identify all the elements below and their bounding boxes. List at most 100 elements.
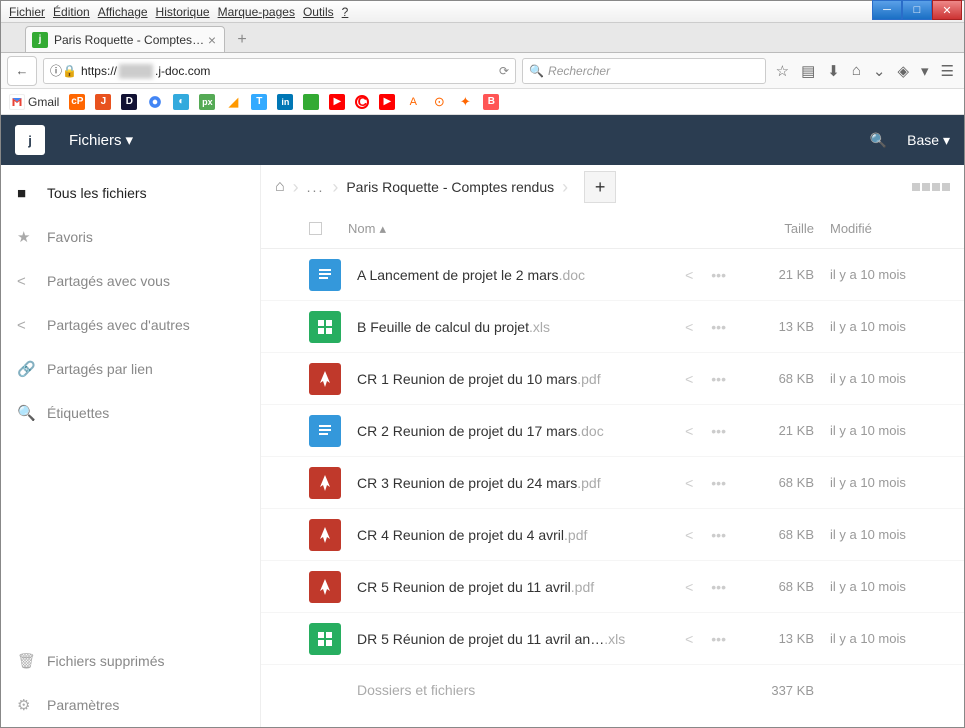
sidebar-item-tous-les-fichiers[interactable]: ■ Tous les fichiers (1, 171, 260, 215)
bookmark-icon[interactable] (147, 94, 163, 110)
bookmark-gmail[interactable]: Gmail (9, 94, 59, 110)
share-icon[interactable]: < (685, 579, 693, 595)
pocket-icon[interactable]: ⌄ (873, 62, 886, 80)
menu-item[interactable]: ? (338, 3, 353, 21)
file-row[interactable]: A Lancement de projet le 2 mars.doc<•••2… (261, 249, 964, 301)
add-button[interactable]: + (584, 171, 616, 203)
bookmark-icon[interactable]: cP (69, 94, 85, 110)
file-name: CR 4 Reunion de projet du 4 avril.pdf (357, 527, 685, 543)
back-button[interactable]: ← (7, 56, 37, 86)
file-name: CR 5 Reunion de projet du 11 avril.pdf (357, 579, 685, 595)
sidebar-item-favoris[interactable]: ★Favoris (1, 215, 260, 259)
sidebar-item-fichiers-supprim-s[interactable]: 🗑Fichiers supprimés (1, 639, 260, 683)
app-right-menu[interactable]: Base ▾ (907, 132, 950, 149)
menu-item[interactable]: Édition (49, 3, 94, 21)
bookmark-icon[interactable]: ✦ (457, 94, 473, 110)
more-icon[interactable]: ••• (711, 371, 726, 387)
folder-icon: ■ (17, 185, 33, 202)
sidebar-item-partag-s-par-lien[interactable]: 🔗Partagés par lien (1, 347, 260, 391)
sidebar-item-param-tres[interactable]: ⚙Paramètres (1, 683, 260, 727)
browser-tab[interactable]: j Paris Roquette - Comptes r… × (25, 26, 225, 52)
bookmark-icon[interactable]: J (95, 94, 111, 110)
search-icon: 🔍 (529, 64, 544, 78)
star-icon: ★ (17, 228, 33, 246)
home-icon[interactable]: ⌂ (275, 178, 285, 196)
menu-item[interactable]: Outils (299, 3, 338, 21)
share-icon[interactable]: < (685, 631, 693, 647)
bookmark-icon[interactable]: ⊙ (431, 94, 447, 110)
file-size: 13 KB (734, 631, 814, 646)
bookmark-icon[interactable]: ◐ (173, 94, 189, 110)
share-icon[interactable]: < (685, 423, 693, 439)
share-icon[interactable]: < (685, 527, 693, 543)
bookmark-icon[interactable]: in (277, 94, 293, 110)
bookmark-icon[interactable]: C (355, 95, 369, 109)
more-icon[interactable]: ••• (711, 423, 726, 439)
xls-file-icon (309, 623, 341, 655)
bookmark-icon[interactable]: D (121, 94, 137, 110)
menu-item[interactable]: Historique (152, 3, 214, 21)
bookmark-icon[interactable]: px (199, 94, 215, 110)
search-icon[interactable]: 🔍 (870, 132, 887, 149)
pdf-file-icon (309, 467, 341, 499)
chevron-down-icon[interactable]: ▾ (921, 62, 929, 80)
sidebar-item-partag-s-avec-vous[interactable]: <Partagés avec vous (1, 259, 260, 303)
breadcrumb-current[interactable]: Paris Roquette - Comptes rendus (346, 179, 554, 195)
bookmark-icon[interactable] (303, 94, 319, 110)
breadcrumb-overflow[interactable]: ... (307, 179, 325, 195)
reader-icon[interactable]: ▤ (801, 62, 815, 80)
bookmark-icon[interactable]: A (405, 94, 421, 110)
menu-icon[interactable]: ☰ (941, 62, 954, 80)
file-row[interactable]: CR 4 Reunion de projet du 4 avril.pdf< ••… (261, 509, 964, 561)
address-bar[interactable]: ⓘ 🔒 https:// ████ .j-doc.com ⟳ (43, 58, 516, 84)
menu-item[interactable]: Fichier (5, 3, 49, 21)
col-size-header[interactable]: Taille (724, 221, 814, 236)
more-icon[interactable]: ••• (711, 527, 726, 543)
extension-icon[interactable]: ◈ (897, 62, 909, 80)
col-name-header[interactable]: Nom ▴ (348, 221, 724, 237)
app-logo-icon[interactable]: j (15, 125, 45, 155)
file-extension: .xls (604, 631, 625, 647)
bookmark-star-icon[interactable]: ☆ (776, 62, 789, 80)
close-button[interactable]: ✕ (932, 0, 962, 20)
chevron-right-icon: › (293, 177, 299, 198)
menu-item[interactable]: Affichage (94, 3, 152, 21)
file-row[interactable]: B Feuille de calcul du projet.xls<•••13 … (261, 301, 964, 353)
minimize-button[interactable]: ─ (872, 0, 902, 20)
file-row[interactable]: CR 2 Reunion de projet du 17 mars.doc<••… (261, 405, 964, 457)
share-icon[interactable]: < (685, 475, 693, 491)
bookmark-icon[interactable]: T (251, 94, 267, 110)
sidebar-item-partag-s-avec-d-autres[interactable]: <Partagés avec d'autres (1, 303, 260, 347)
home-icon[interactable]: ⌂ (852, 62, 861, 80)
more-icon[interactable]: ••• (711, 475, 726, 491)
grid-view-toggle[interactable] (912, 183, 950, 191)
sidebar-item-label: Tous les fichiers (47, 185, 147, 201)
app-nav-files[interactable]: Fichiers ▾ (69, 131, 133, 149)
maximize-button[interactable]: □ (902, 0, 932, 20)
col-modified-header[interactable]: Modifié (830, 221, 950, 236)
reload-icon[interactable]: ⟳ (499, 64, 509, 78)
sidebar-item--tiquettes[interactable]: 🔍Étiquettes (1, 391, 260, 435)
file-row[interactable]: DR 5 Réunion de projet du 11 avril an….x… (261, 613, 964, 665)
more-icon[interactable]: ••• (711, 579, 726, 595)
more-icon[interactable]: ••• (711, 631, 726, 647)
file-row[interactable]: CR 3 Reunion de projet du 24 mars.pdf<••… (261, 457, 964, 509)
share-icon[interactable]: < (685, 371, 693, 387)
bookmark-icon[interactable]: ▶ (379, 94, 395, 110)
menu-item[interactable]: Marque-pages (214, 3, 299, 21)
search-bar[interactable]: 🔍 Rechercher (522, 58, 766, 84)
bookmark-icon[interactable]: ▶ (329, 94, 345, 110)
new-tab-button[interactable]: + (229, 28, 255, 52)
more-icon[interactable]: ••• (711, 267, 726, 283)
share-icon[interactable]: < (685, 267, 693, 283)
file-extension: .doc (577, 423, 603, 439)
download-icon[interactable]: ⬇ (827, 62, 840, 80)
share-icon[interactable]: < (685, 319, 693, 335)
file-row[interactable]: CR 1 Reunion de projet du 10 mars.pdf<••… (261, 353, 964, 405)
file-row[interactable]: CR 5 Reunion de projet du 11 avril.pdf< •… (261, 561, 964, 613)
more-icon[interactable]: ••• (711, 319, 726, 335)
bookmark-icon[interactable]: ◢ (225, 94, 241, 110)
select-all-checkbox[interactable] (309, 222, 322, 235)
close-tab-icon[interactable]: × (206, 32, 218, 48)
bookmark-icon[interactable]: B (483, 94, 499, 110)
